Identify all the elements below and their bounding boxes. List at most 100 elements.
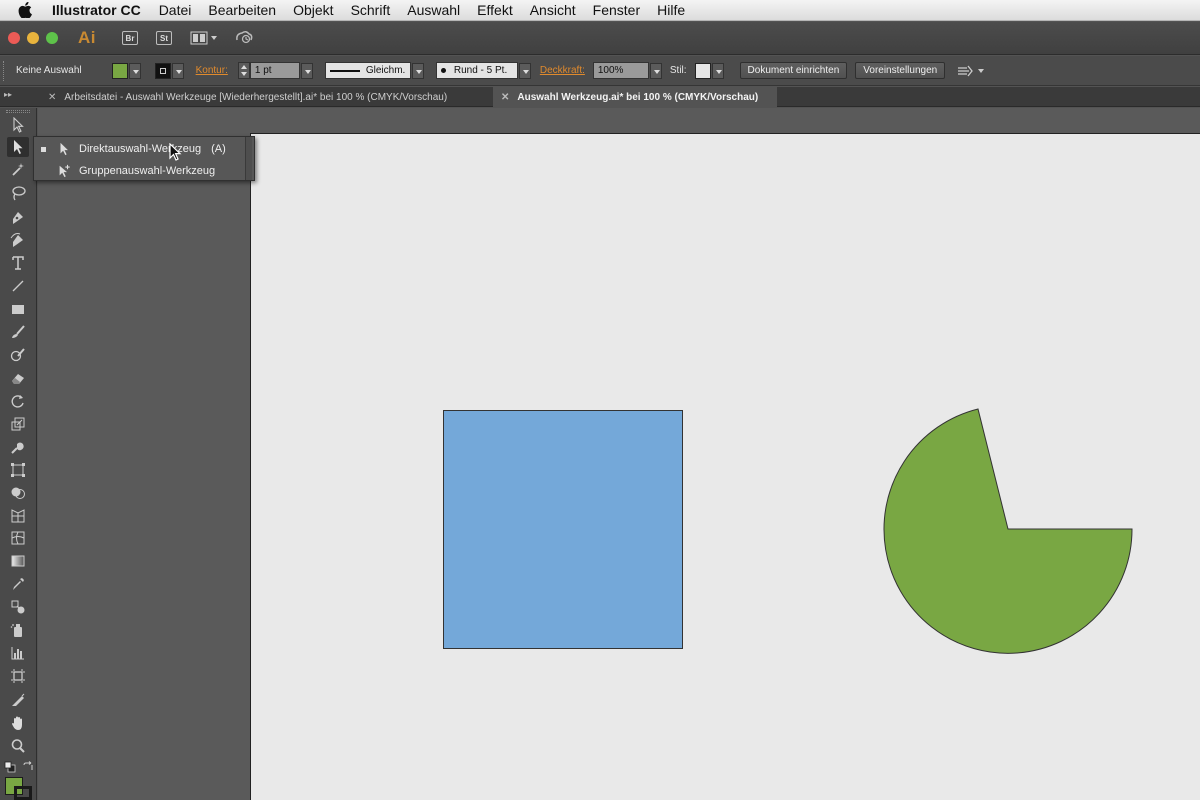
opacity-field[interactable]: 100% xyxy=(592,62,649,79)
magic-wand-tool[interactable] xyxy=(7,160,29,180)
apple-icon[interactable] xyxy=(18,2,38,18)
selection-tools-flyout: Direktauswahl-Werkzeug (A) Gruppenauswah… xyxy=(33,136,255,181)
chevron-down-icon xyxy=(978,68,985,73)
paintbrush-icon xyxy=(12,325,25,338)
green-pie-shape[interactable] xyxy=(880,405,1136,661)
brush-label: Rund - 5 Pt. xyxy=(453,65,508,76)
direct-selection-tool[interactable] xyxy=(7,137,29,157)
blend-tool[interactable] xyxy=(7,597,29,617)
stroke-weight-dropdown[interactable] xyxy=(300,62,313,79)
variable-width-profile-field[interactable]: Gleichm. xyxy=(324,62,411,79)
tools-panel-grip[interactable] xyxy=(6,110,30,113)
arrange-documents-icon xyxy=(190,31,208,45)
document-setup-button[interactable]: Dokument einrichten xyxy=(739,62,848,79)
flyout-item-group-selection[interactable]: Gruppenauswahl-Werkzeug xyxy=(34,160,246,182)
control-bar-grip[interactable] xyxy=(3,60,6,81)
lasso-tool[interactable] xyxy=(7,183,29,203)
profile-dropdown[interactable] xyxy=(411,62,424,79)
zoom-tool[interactable] xyxy=(7,736,29,756)
close-tab-icon[interactable]: ✕ xyxy=(48,92,56,103)
gradient-tool[interactable] xyxy=(7,551,29,571)
swap-colors-button[interactable] xyxy=(22,760,34,772)
minimize-window-button[interactable] xyxy=(27,32,39,44)
menu-ansicht[interactable]: Ansicht xyxy=(530,2,576,18)
arrange-documents-button[interactable] xyxy=(190,31,218,45)
graphic-style-dropdown[interactable] xyxy=(711,62,724,79)
shape-builder-tool[interactable] xyxy=(7,483,29,503)
tab-arbeitsdatei[interactable]: ✕ Arbeitsdatei - Auswahl Werkzeuge [Wied… xyxy=(40,87,492,107)
scale-tool[interactable] xyxy=(7,414,29,434)
default-colors-button[interactable] xyxy=(4,760,16,773)
menu-effekt[interactable]: Effekt xyxy=(477,2,513,18)
brush-dropdown[interactable] xyxy=(518,62,531,79)
artboard-tool[interactable] xyxy=(7,666,29,686)
control-bar-menu-button[interactable] xyxy=(957,65,985,77)
menu-objekt[interactable]: Objekt xyxy=(293,2,333,18)
slice-tool[interactable] xyxy=(7,690,29,710)
flyout-item-direct-selection[interactable]: Direktauswahl-Werkzeug (A) xyxy=(34,138,246,160)
close-tab-icon[interactable]: ✕ xyxy=(501,92,509,103)
pen-tool[interactable] xyxy=(7,207,29,227)
column-graph-tool[interactable] xyxy=(7,643,29,663)
rectangle-icon xyxy=(12,305,24,314)
type-icon xyxy=(12,256,24,270)
zoom-window-button[interactable] xyxy=(46,32,58,44)
menu-hilfe[interactable]: Hilfe xyxy=(657,2,685,18)
tab-auswahl-werkzeug[interactable]: ✕ Auswahl Werkzeug.ai* bei 100 % (CMYK/V… xyxy=(493,87,777,107)
panel-options-icon xyxy=(958,65,974,76)
opacity-label[interactable]: Deckkraft: xyxy=(540,65,585,76)
stroke-weight-field[interactable]: 1 pt xyxy=(249,62,300,79)
tab-label: Arbeitsdatei - Auswahl Werkzeuge [Wieder… xyxy=(64,91,448,103)
sync-icon xyxy=(236,30,253,43)
app-menu[interactable]: Illustrator CC xyxy=(52,2,141,18)
shaper-tool[interactable] xyxy=(7,345,29,365)
graphic-style-swatch[interactable] xyxy=(694,62,711,79)
close-window-button[interactable] xyxy=(8,32,20,44)
opacity-slider-button[interactable] xyxy=(649,62,662,79)
tearoff-bar[interactable] xyxy=(245,137,252,180)
warp-tool[interactable] xyxy=(7,437,29,457)
rotate-tool[interactable] xyxy=(7,391,29,411)
mesh-icon xyxy=(11,531,25,545)
paintbrush-tool[interactable] xyxy=(7,322,29,342)
menu-datei[interactable]: Datei xyxy=(159,2,192,18)
document-tab-bar: ✕ Arbeitsdatei - Auswahl Werkzeuge [Wied… xyxy=(0,87,1200,107)
eraser-tool[interactable] xyxy=(7,368,29,388)
stroke-label[interactable]: Kontur: xyxy=(196,65,228,76)
type-tool[interactable] xyxy=(7,253,29,273)
menu-fenster[interactable]: Fenster xyxy=(593,2,640,18)
line-profile-icon xyxy=(329,69,360,72)
mesh-tool[interactable] xyxy=(7,528,29,548)
free-transform-tool[interactable] xyxy=(7,460,29,480)
sync-settings-button[interactable] xyxy=(234,28,254,49)
bridge-button[interactable]: Br xyxy=(122,31,138,45)
stroke-color-box[interactable] xyxy=(14,786,32,800)
fill-color-swatch[interactable] xyxy=(111,62,128,79)
preferences-button[interactable]: Voreinstellungen xyxy=(855,62,946,79)
brush-definition-field[interactable]: Rund - 5 Pt. xyxy=(435,62,518,79)
pen-icon xyxy=(13,212,23,224)
line-segment-tool[interactable] xyxy=(7,276,29,296)
menu-schrift[interactable]: Schrift xyxy=(351,2,391,18)
eyedropper-tool[interactable] xyxy=(7,574,29,594)
hand-tool[interactable] xyxy=(7,713,29,733)
application-bar: Ai Br St xyxy=(0,22,1200,55)
shape-builder-icon xyxy=(11,487,25,499)
menu-bearbeiten[interactable]: Bearbeiten xyxy=(208,2,276,18)
hand-icon xyxy=(12,716,22,730)
stroke-weight-stepper[interactable] xyxy=(237,62,250,79)
rectangle-tool[interactable] xyxy=(7,299,29,319)
stock-button[interactable]: St xyxy=(156,31,172,45)
symbol-sprayer-tool[interactable] xyxy=(7,620,29,640)
curvature-tool[interactable] xyxy=(7,230,29,250)
rotate-icon xyxy=(11,395,24,408)
menu-auswahl[interactable]: Auswahl xyxy=(407,2,460,18)
fill-color-dropdown[interactable] xyxy=(128,62,141,79)
pie-path[interactable] xyxy=(883,408,1133,654)
selection-tool[interactable] xyxy=(7,115,29,135)
blue-rectangle[interactable] xyxy=(443,410,683,649)
collapse-panel-icon[interactable]: ▸▸ xyxy=(4,90,12,99)
perspective-grid-tool[interactable] xyxy=(7,506,29,526)
stroke-color-dropdown[interactable] xyxy=(171,62,184,79)
stroke-color-swatch[interactable] xyxy=(154,62,171,79)
